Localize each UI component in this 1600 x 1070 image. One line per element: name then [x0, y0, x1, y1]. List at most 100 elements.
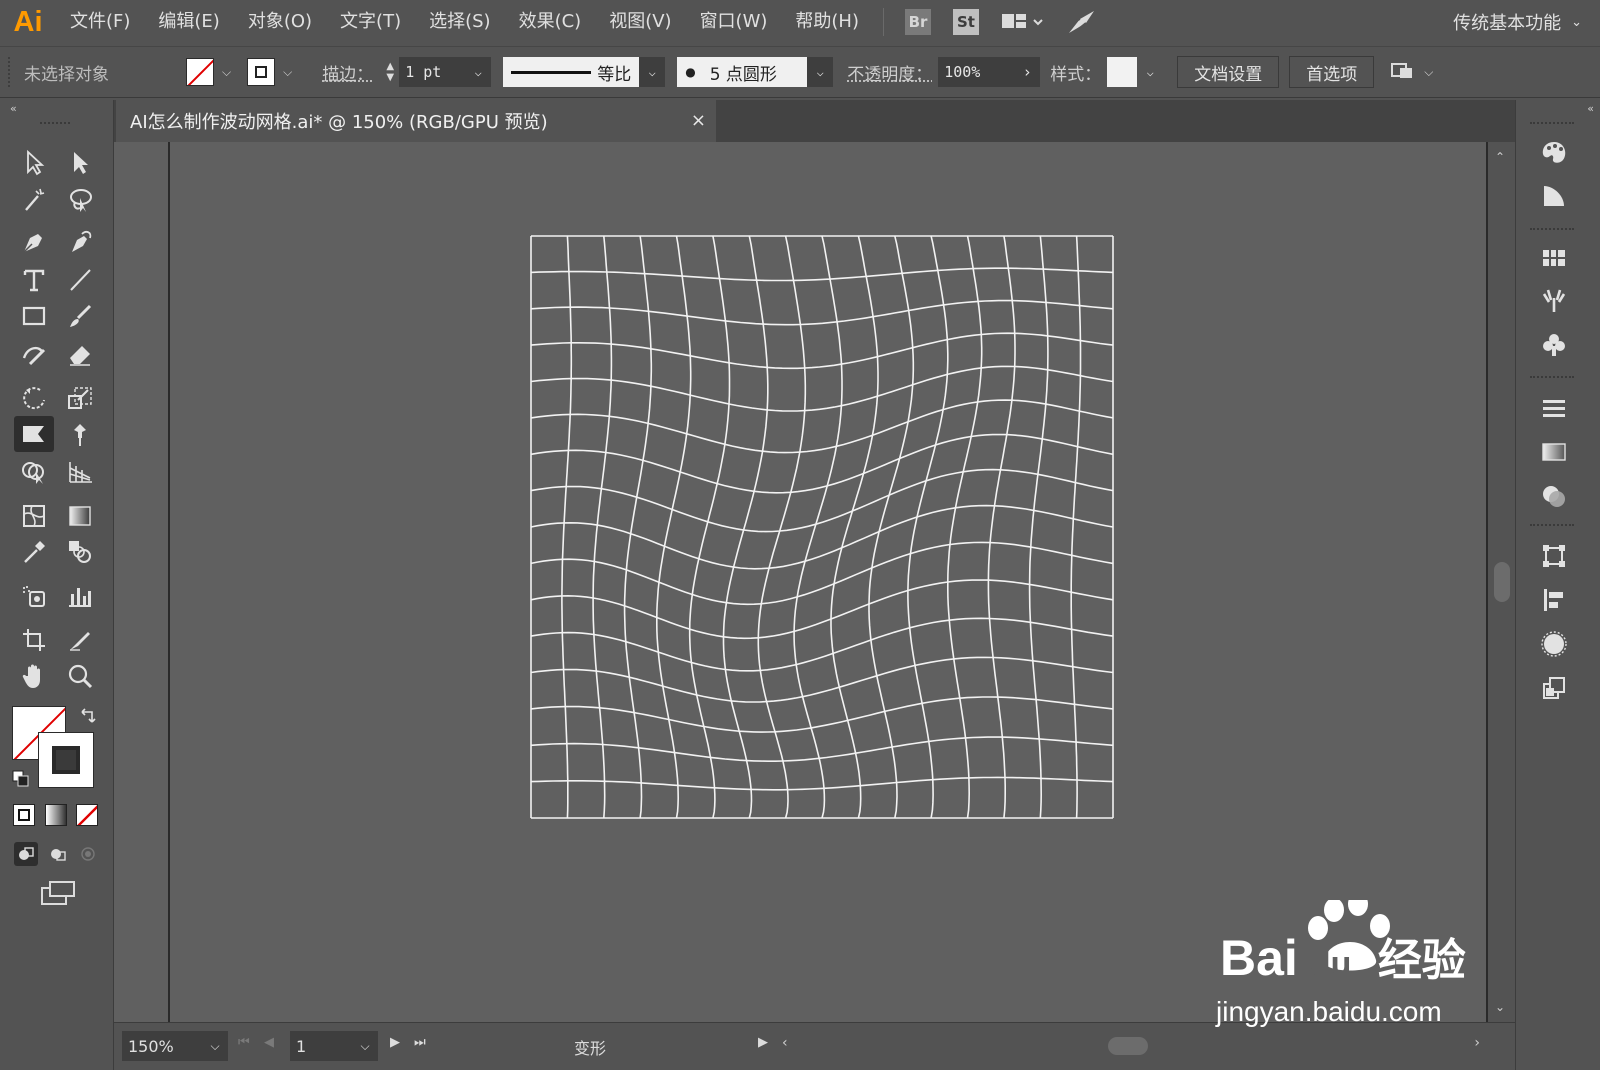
swatches-icon[interactable] — [1536, 240, 1572, 276]
bridge-button[interactable]: Br — [905, 9, 931, 35]
fill-swatch[interactable] — [186, 58, 214, 86]
grid-row-line-3[interactable] — [530, 332, 1114, 370]
shaper-tool-icon[interactable] — [16, 336, 52, 372]
scroll-up-icon[interactable]: ⌃ — [1495, 150, 1505, 164]
symbol-sprayer-icon[interactable] — [16, 578, 52, 614]
line-tool-icon[interactable] — [62, 262, 98, 298]
brush-dropdown[interactable]: ⌵ — [807, 57, 834, 87]
grid-row-line-14[interactable] — [530, 736, 1114, 762]
stepper-up-icon[interactable]: ▲ — [386, 61, 394, 72]
stroke-swatch[interactable] — [247, 58, 276, 86]
panel-grip[interactable] — [1530, 524, 1574, 526]
last-artboard-icon[interactable]: ⏭ — [414, 1035, 426, 1050]
stroke-label[interactable]: 描边： — [322, 60, 373, 85]
grid-column-line-15[interactable] — [1070, 235, 1082, 819]
lasso-icon[interactable] — [62, 182, 98, 218]
curvature-tool-icon[interactable] — [62, 224, 98, 260]
grid-row-line-5[interactable] — [530, 399, 1114, 454]
menu-item-2[interactable]: 对象(O) — [234, 0, 326, 44]
gpu-performance-icon[interactable] — [1066, 9, 1096, 35]
arrange-documents-icon[interactable] — [1000, 12, 1046, 32]
stroke-weight-stepper[interactable]: ▲ ▼ — [381, 57, 399, 87]
pen-tool-icon[interactable] — [16, 224, 52, 260]
appearance-icon[interactable] — [1536, 626, 1572, 662]
align-icon[interactable] — [1536, 582, 1572, 618]
swap-colors-icon[interactable] — [78, 706, 98, 726]
grid-row-line-6[interactable] — [530, 433, 1114, 494]
grid-row-line-13[interactable] — [530, 696, 1114, 733]
transparency-icon[interactable] — [1536, 478, 1572, 514]
grid-row-line-12[interactable] — [530, 656, 1114, 703]
scroll-left-icon[interactable]: ‹ — [782, 1035, 788, 1051]
preferences-button[interactable]: 首选项 — [1289, 56, 1375, 88]
grid-column-line-4[interactable] — [656, 235, 692, 819]
panel-collapse-icon[interactable]: « — [10, 102, 17, 115]
grid-row-line-1[interactable] — [530, 267, 1114, 282]
grid-row-line-8[interactable] — [530, 504, 1114, 570]
magic-wand-icon[interactable] — [16, 182, 52, 218]
brush-definition[interactable]: ● 5 点圆形 — [677, 57, 808, 87]
grid-row-line-7[interactable] — [530, 468, 1114, 533]
rotate-tool-icon[interactable] — [16, 380, 52, 416]
chevron-down-icon[interactable]: ⌵ — [222, 65, 231, 80]
grid-row-line-4[interactable] — [530, 365, 1114, 412]
next-artboard-icon[interactable]: ▶ — [390, 1035, 400, 1050]
column-graph-icon[interactable] — [62, 578, 98, 614]
color-mode-icon[interactable] — [13, 804, 35, 826]
grid-column-line-11[interactable] — [907, 235, 949, 819]
grid-row-line-9[interactable] — [530, 541, 1114, 606]
artboard-number-field[interactable]: 1 — [290, 1031, 352, 1061]
stock-button[interactable]: St — [953, 9, 979, 35]
warp-tool-icon[interactable] — [14, 416, 54, 452]
grid-lines[interactable] — [530, 235, 1114, 819]
slice-tool-icon[interactable] — [62, 622, 98, 658]
draw-behind-icon[interactable] — [45, 842, 69, 866]
vertical-scroll-thumb[interactable] — [1494, 562, 1510, 602]
document-tab[interactable]: AI怎么制作波动网格.ai* @ 150% (RGB/GPU 预览) × — [116, 100, 716, 142]
panel-grip[interactable] — [1530, 122, 1574, 124]
panel-grip[interactable] — [1530, 376, 1574, 378]
direct-selection-tool-icon[interactable] — [62, 144, 98, 180]
grid-row-line-2[interactable] — [530, 299, 1114, 326]
selection-tool-icon[interactable] — [16, 144, 52, 180]
perspective-grid-icon[interactable] — [62, 454, 98, 490]
stroke-weight-dropdown[interactable]: ⌵ — [465, 57, 492, 87]
warped-grid-artwork[interactable] — [114, 142, 1515, 1022]
zoom-dropdown[interactable]: ⌵ — [202, 1031, 228, 1061]
style-dropdown[interactable]: ⌵ — [1137, 57, 1164, 87]
gradient-mode-icon[interactable] — [45, 804, 67, 826]
menu-item-6[interactable]: 视图(V) — [595, 0, 685, 44]
profile-dropdown[interactable]: ⌵ — [639, 57, 666, 87]
transform-icon[interactable] — [1536, 538, 1572, 574]
eyedropper-icon[interactable] — [16, 534, 52, 570]
menu-item-4[interactable]: 选择(S) — [415, 0, 504, 44]
rectangle-tool-icon[interactable] — [16, 298, 52, 334]
eraser-icon[interactable] — [62, 336, 98, 372]
menu-item-1[interactable]: 编辑(E) — [144, 0, 233, 44]
shape-builder-icon[interactable] — [16, 454, 52, 490]
draw-normal-icon[interactable] — [14, 842, 38, 866]
panel-grip[interactable] — [40, 122, 70, 126]
stroke-color-swatch[interactable] — [38, 732, 94, 788]
stroke-weight-input[interactable]: 1 pt — [399, 57, 466, 87]
grid-column-line-12[interactable] — [947, 235, 983, 819]
opacity-label[interactable]: 不透明度： — [847, 60, 932, 85]
zoom-field[interactable]: 150% — [122, 1031, 202, 1061]
first-artboard-icon[interactable]: ⏮ — [238, 1035, 250, 1050]
mesh-tool-icon[interactable] — [16, 498, 52, 534]
default-colors-icon[interactable] — [12, 770, 30, 788]
none-mode-icon[interactable] — [76, 804, 98, 826]
type-tool-icon[interactable] — [16, 262, 52, 298]
workspace-switcher[interactable]: 传统基本功能 ⌄ — [1453, 0, 1582, 44]
scale-tool-icon[interactable] — [62, 380, 98, 416]
stroke-icon[interactable] — [1536, 390, 1572, 426]
color-palette-icon[interactable] — [1536, 134, 1572, 170]
menu-item-5[interactable]: 效果(C) — [505, 0, 596, 44]
grid-column-line-5[interactable] — [688, 235, 731, 819]
grid-column-line-13[interactable] — [987, 235, 1016, 819]
blend-tool-icon[interactable] — [62, 534, 98, 570]
artboard-dropdown[interactable]: ⌵ — [352, 1031, 378, 1061]
brushes-icon[interactable] — [1536, 282, 1572, 318]
symbols-icon[interactable] — [1536, 326, 1572, 362]
puppet-warp-icon[interactable] — [62, 416, 98, 452]
